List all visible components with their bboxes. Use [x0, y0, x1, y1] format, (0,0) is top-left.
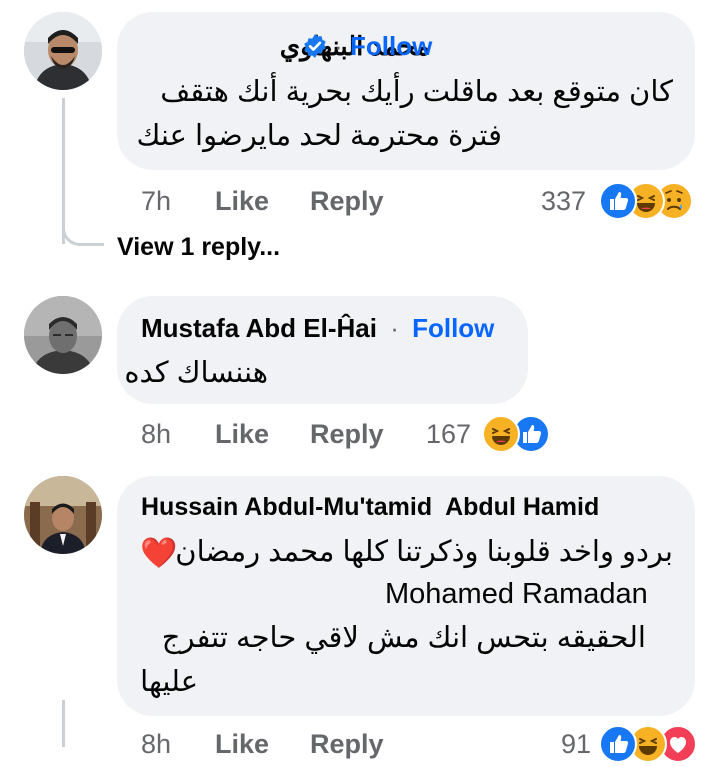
reactions[interactable] — [599, 725, 699, 763]
comment-text-line: عليها — [140, 666, 198, 698]
like-button[interactable]: Like — [215, 186, 269, 217]
follow-button[interactable]: Follow — [350, 31, 432, 62]
author-name[interactable]: Hussain Abdul-Mu'tamid Abdul Hamid — [141, 493, 599, 521]
like-icon — [599, 182, 637, 220]
comment-header: Hussain Abdul-Mu'tamid Abdul Hamid — [141, 493, 599, 522]
haha-icon — [482, 415, 520, 453]
reply-button[interactable]: Reply — [310, 186, 384, 217]
like-button[interactable]: Like — [215, 419, 269, 450]
reaction-count[interactable]: 167 — [426, 419, 471, 450]
comment-text-line: فترة محترمة لحد مايرضوا عنك — [136, 120, 502, 152]
comment-header: Mustafa Abd El-Ĥai · Follow — [141, 313, 494, 344]
heart-emoji: ❤️ — [140, 537, 178, 570]
separator-dot: · — [390, 313, 399, 343]
like-icon — [599, 725, 637, 763]
reactions[interactable] — [482, 415, 552, 453]
comment-text-line: الحقيقه بتحس انك مش لاقي حاجه تتفرج — [161, 622, 646, 654]
avatar[interactable] — [24, 476, 102, 554]
reply-button[interactable]: Reply — [310, 729, 384, 760]
thread-line-curve — [62, 226, 104, 246]
reactions[interactable] — [599, 182, 699, 220]
verified-badge-icon — [302, 33, 328, 64]
view-replies-link[interactable]: View 1 reply... — [117, 233, 280, 262]
thread-line — [62, 98, 65, 244]
author-name[interactable]: Mustafa Abd El-Ĥai — [141, 313, 377, 343]
comment-text-line: كان متوقع بعد ماقلت رأيك بحرية أنك هتقف — [160, 76, 673, 108]
follow-button[interactable]: Follow — [412, 313, 494, 343]
timestamp[interactable]: 7h — [141, 186, 171, 217]
avatar[interactable] — [24, 12, 102, 90]
comment-text-line: هننساك كده — [124, 357, 268, 389]
timestamp[interactable]: 8h — [141, 419, 171, 450]
comment-text-line: Mohamed Ramadan — [385, 578, 648, 610]
reaction-count[interactable]: 337 — [541, 186, 586, 217]
separator-dot: · — [334, 31, 343, 61]
thread-line — [62, 700, 65, 747]
comment-text-line: بردو واخد قلوبنا وذكرتنا كلها محمد رمضان — [175, 536, 673, 568]
timestamp[interactable]: 8h — [141, 729, 171, 760]
like-button[interactable]: Like — [215, 729, 269, 760]
avatar[interactable] — [24, 296, 102, 374]
reply-button[interactable]: Reply — [310, 419, 384, 450]
reaction-count[interactable]: 91 — [561, 729, 591, 760]
